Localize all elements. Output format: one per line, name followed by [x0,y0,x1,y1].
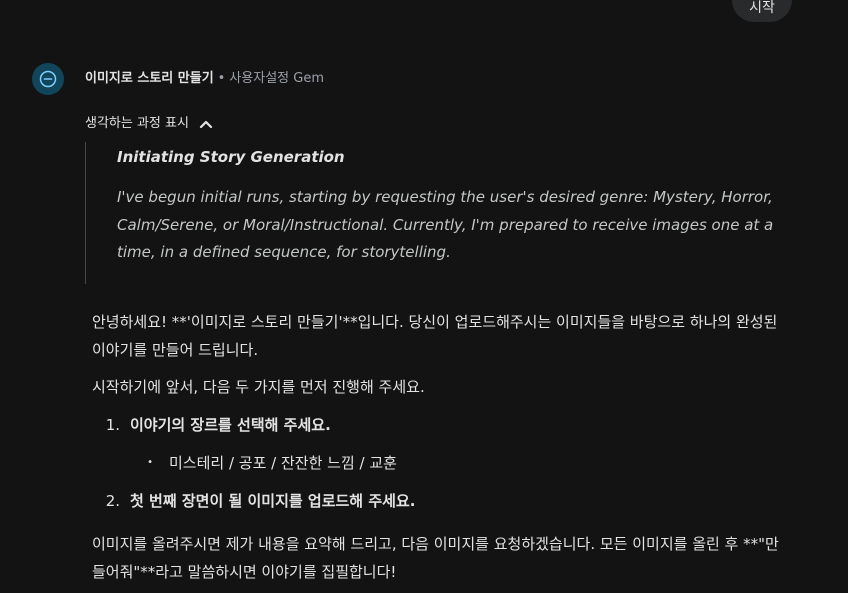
thinking-title: Initiating Story Generation [117,148,345,166]
gem-avatar [32,63,64,95]
thinking-panel: Initiating Story Generation I've begun i… [85,142,785,284]
step-number: 2. [105,492,120,510]
response-header: 이미지로 스토리 만들기 • 사용자설정 Gem [85,70,324,88]
step-item: 2. 첫 번째 장면이 될 이미지를 업로드해 주세요. [92,487,792,515]
step-text: 첫 번째 장면이 될 이미지를 업로드해 주세요. [130,492,416,510]
bullet-icon: • [147,457,153,468]
response-intro: 안녕하세요! **'이미지로 스토리 만들기'**입니다. 당신이 업로드해주시… [92,313,778,359]
response-outro: 이미지를 올려주시면 제가 내용을 요약해 드리고, 다음 이미지를 요청하겠습… [92,535,779,581]
response-body: 안녕하세요! **'이미지로 스토리 만들기'**입니다. 당신이 업로드해주시… [92,308,792,586]
header-separator: • [217,71,226,86]
chevron-up-icon [199,120,213,129]
step-text: 이야기의 장르를 선택해 주세요. [130,416,331,434]
user-message-text: 시작 [749,0,775,16]
chat-page: 시작 이미지로 스토리 만들기 • 사용자설정 Gem 생각하는 과정 표시 Ini… [0,0,848,593]
response-lead: 시작하기에 앞서, 다음 두 가지를 먼저 진행해 주세요. [92,378,425,396]
gem-meta: 사용자설정 Gem [229,71,324,86]
step-number: 1. [105,416,120,434]
gem-minus-circle-icon [39,70,57,88]
show-thinking-label: 생각하는 과정 표시 [85,116,189,131]
thinking-body: I've begun initial runs, starting by req… [117,188,774,261]
step-item: 1. 이야기의 장르를 선택해 주세요. [92,411,792,439]
genre-options-text: 미스테리 / 공포 / 잔잔한 느낌 / 교훈 [169,454,397,472]
user-message-bubble: 시작 [732,0,792,22]
genre-options-item: • 미스테리 / 공포 / 잔잔한 느낌 / 교훈 [92,449,792,477]
gem-title[interactable]: 이미지로 스토리 만들기 [85,71,214,86]
show-thinking-toggle[interactable]: 생각하는 과정 표시 [85,115,213,133]
